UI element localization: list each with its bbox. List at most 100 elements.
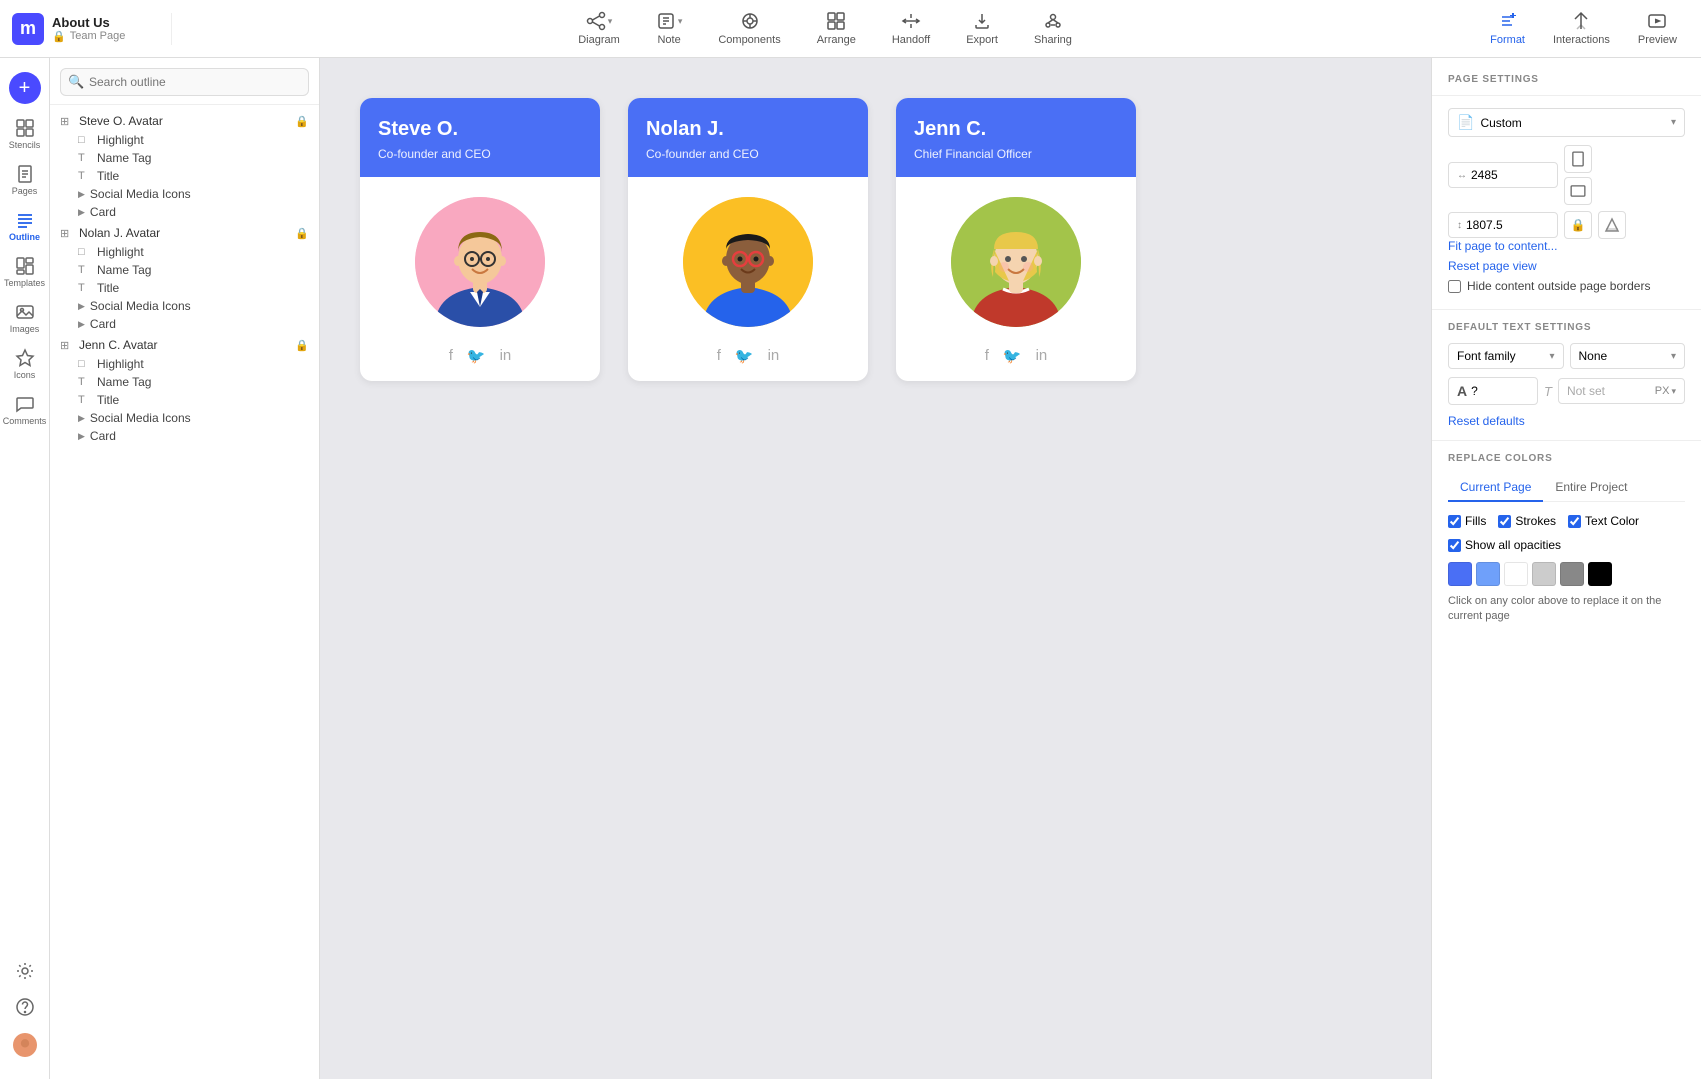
expand-social-jenn[interactable]: ▶ — [78, 413, 85, 424]
color-swatches-row — [1448, 562, 1685, 586]
tree-child-jenn-nametag[interactable]: T Name Tag — [50, 373, 319, 391]
component-icon-jenn: ⊞ — [60, 339, 74, 352]
fills-checkbox[interactable] — [1448, 515, 1461, 528]
tab-current-page[interactable]: Current Page — [1448, 474, 1543, 502]
tree-child-steve-social[interactable]: ▶ Social Media Icons — [50, 185, 319, 203]
toolbar-note[interactable]: ▾ Note — [638, 5, 701, 52]
sidebar-item-icons[interactable]: Icons — [3, 342, 47, 386]
sidebar-item-pages[interactable]: Pages — [3, 158, 47, 202]
tree-item-steve-avatar[interactable]: ⊞ Steve O. Avatar 🔒 — [50, 111, 319, 131]
toolbar-components[interactable]: Components — [700, 5, 798, 52]
search-input[interactable] — [60, 68, 309, 96]
help-button[interactable] — [3, 991, 47, 1023]
card-steve[interactable]: Steve O. Co-founder and CEO — [360, 98, 600, 381]
icons-icon — [15, 348, 35, 368]
width-input[interactable] — [1471, 168, 1541, 182]
tree-child-jenn-highlight[interactable]: □ Highlight — [50, 355, 319, 373]
card-steve-avatar-area — [360, 177, 600, 337]
toolbar-handoff[interactable]: Handoff — [874, 5, 948, 52]
swatch-blue2[interactable] — [1476, 562, 1500, 586]
tree-child-steve-card[interactable]: ▶ Card — [50, 203, 319, 221]
font-family-select[interactable]: Font family ▾ — [1448, 343, 1564, 369]
tree-child-jenn-social[interactable]: ▶ Social Media Icons — [50, 409, 319, 427]
add-button[interactable]: + — [9, 72, 41, 104]
toolbar-export[interactable]: Export — [948, 5, 1016, 52]
tree-child-jenn-title[interactable]: T Title — [50, 391, 319, 409]
comments-label: Comments — [3, 416, 47, 426]
text-icon-2: T — [78, 170, 92, 182]
strokes-checkbox[interactable] — [1498, 515, 1511, 528]
swatch-gray[interactable] — [1560, 562, 1584, 586]
outline-panel: 🔍 ⊞ Steve O. Avatar 🔒 □ Highlight — [50, 58, 320, 1079]
sidebar-item-templates[interactable]: Templates — [3, 250, 47, 294]
settings-button[interactable] — [3, 955, 47, 987]
expand-social-nolan[interactable]: ▶ — [78, 301, 85, 312]
portrait-btn[interactable] — [1564, 145, 1592, 173]
expand-card-steve[interactable]: ▶ — [78, 207, 85, 218]
tree-child-steve-highlight[interactable]: □ Highlight — [50, 131, 319, 149]
swatch-black[interactable] — [1588, 562, 1612, 586]
replace-colors-title: REPLACE COLORS — [1448, 453, 1685, 464]
tree-item-nolan-avatar[interactable]: ⊞ Nolan J. Avatar 🔒 — [50, 223, 319, 243]
font-weight-select[interactable]: None ▾ — [1570, 343, 1686, 369]
user-avatar[interactable] — [3, 1027, 47, 1063]
show-opacities-checkbox[interactable] — [1448, 539, 1461, 552]
diagram-arrow: ▾ — [608, 16, 613, 27]
tree-child-nolan-nametag[interactable]: T Name Tag — [50, 261, 319, 279]
tree-child-nolan-social[interactable]: ▶ Social Media Icons — [50, 297, 319, 315]
toolbar-sharing[interactable]: Sharing — [1016, 5, 1090, 52]
swatch-blue1[interactable] — [1448, 562, 1472, 586]
landscape-btn[interactable] — [1564, 177, 1592, 205]
sidebar-item-comments[interactable]: Comments — [3, 388, 47, 432]
text-color-checkbox[interactable] — [1568, 515, 1581, 528]
lock-dimensions-btn[interactable]: 🔒 — [1564, 211, 1592, 239]
fill-color-btn[interactable] — [1598, 211, 1626, 239]
expand-card-nolan[interactable]: ▶ — [78, 319, 85, 330]
page-type-arrow: ▾ — [1671, 117, 1676, 128]
expand-social-steve[interactable]: ▶ — [78, 189, 85, 200]
fit-page-link[interactable]: Fit page to content... — [1448, 239, 1685, 253]
expand-card-jenn[interactable]: ▶ — [78, 431, 85, 442]
tree-item-jenn-avatar[interactable]: ⊞ Jenn C. Avatar 🔒 — [50, 335, 319, 355]
height-field[interactable]: ↕ — [1448, 212, 1558, 238]
swatch-light-gray[interactable] — [1532, 562, 1556, 586]
card-nolan-social: f 🐦 in — [628, 337, 868, 381]
card-nolan[interactable]: Nolan J. Co-founder and CEO — [628, 98, 868, 381]
font-size-input[interactable] — [1471, 384, 1511, 398]
facebook-icon-steve: f — [449, 347, 453, 365]
card-jenn-avatar-area — [896, 177, 1136, 337]
font-size-field[interactable]: A — [1448, 377, 1538, 405]
tree-child-nolan-highlight[interactable]: □ Highlight — [50, 243, 319, 261]
tree-child-nolan-card[interactable]: ▶ Card — [50, 315, 319, 333]
height-input[interactable] — [1466, 218, 1536, 232]
reset-page-link[interactable]: Reset page view — [1448, 259, 1685, 273]
canvas[interactable]: Steve O. Co-founder and CEO — [320, 58, 1431, 1079]
search-icon: 🔍 — [68, 74, 84, 90]
reset-defaults-link[interactable]: Reset defaults — [1448, 414, 1525, 428]
nolan-avatar-label: Nolan J. Avatar — [79, 226, 160, 240]
card-jenn[interactable]: Jenn C. Chief Financial Officer — [896, 98, 1136, 381]
width-field[interactable]: ↔ — [1448, 162, 1558, 188]
card-jenn-name: Jenn C. — [914, 118, 1118, 141]
sidebar-item-outline[interactable]: Outline — [3, 204, 47, 248]
tree-child-nolan-title[interactable]: T Title — [50, 279, 319, 297]
not-set-dropdown[interactable]: Not set PX ▾ — [1558, 378, 1685, 404]
toolbar-preview[interactable]: Preview — [1626, 7, 1689, 50]
page-type-select[interactable]: 📄 Custom ▾ — [1448, 108, 1685, 137]
tab-entire-project[interactable]: Entire Project — [1543, 474, 1639, 502]
toolbar-format[interactable]: Format — [1478, 7, 1537, 50]
app-logo[interactable]: m — [12, 13, 44, 45]
search-bar: 🔍 — [50, 58, 319, 105]
swatch-white[interactable] — [1504, 562, 1528, 586]
hide-content-checkbox[interactable] — [1448, 280, 1461, 293]
toolbar-interactions[interactable]: Interactions — [1541, 7, 1622, 50]
sidebar-item-images[interactable]: Images — [3, 296, 47, 340]
card-jenn-avatar — [951, 197, 1081, 327]
sidebar-item-stencils[interactable]: Stencils — [3, 112, 47, 156]
tree-child-jenn-card[interactable]: ▶ Card — [50, 427, 319, 445]
tree-child-steve-title[interactable]: T Title — [50, 167, 319, 185]
toolbar-arrange[interactable]: Arrange — [799, 5, 874, 52]
tree-child-steve-nametag[interactable]: T Name Tag — [50, 149, 319, 167]
tree-group-steve: ⊞ Steve O. Avatar 🔒 □ Highlight T Name T… — [50, 111, 319, 221]
toolbar-diagram[interactable]: ▾ Diagram — [560, 5, 638, 52]
